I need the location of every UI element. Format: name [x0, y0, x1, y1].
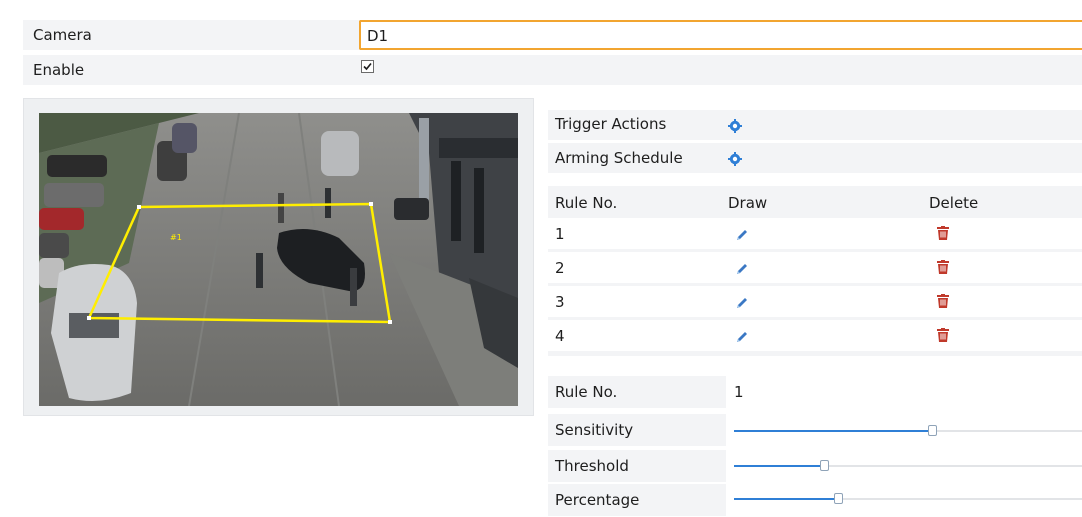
- trash-icon[interactable]: [936, 328, 950, 342]
- slider-fill: [734, 498, 838, 500]
- trigger-actions-label: Trigger Actions: [555, 115, 667, 133]
- preview-scene: [39, 113, 518, 406]
- camera-preview[interactable]: #1: [39, 113, 518, 406]
- table-row: [548, 286, 1082, 317]
- trash-icon[interactable]: [936, 294, 950, 308]
- trash-icon[interactable]: [936, 226, 950, 240]
- slider-fill: [734, 465, 824, 467]
- table-row: [548, 218, 1082, 249]
- percentage-slider[interactable]: [734, 492, 1082, 506]
- check-icon: [363, 62, 372, 71]
- sensitivity-label: Sensitivity: [555, 421, 634, 439]
- pencil-icon[interactable]: [735, 228, 749, 242]
- camera-label: Camera: [33, 26, 92, 44]
- camera-field[interactable]: D1: [359, 20, 1082, 50]
- slider-thumb[interactable]: [928, 425, 937, 436]
- camera-value: D1: [367, 27, 389, 45]
- setting-rule-no-value: 1: [734, 383, 744, 401]
- rule-number: 4: [555, 327, 565, 345]
- sensitivity-slider[interactable]: [734, 424, 1082, 438]
- rule-number: 1: [555, 225, 565, 243]
- slider-fill: [734, 430, 932, 432]
- trash-icon[interactable]: [936, 260, 950, 274]
- pencil-icon[interactable]: [735, 296, 749, 310]
- enable-row: [23, 55, 1082, 85]
- rule-number: 2: [555, 259, 565, 277]
- percentage-label: Percentage: [555, 491, 640, 509]
- arming-schedule-gear-icon[interactable]: [728, 152, 742, 166]
- rules-header-delete: Delete: [929, 194, 979, 212]
- threshold-label: Threshold: [555, 457, 629, 475]
- rule-number: 3: [555, 293, 565, 311]
- setting-rule-no-label: Rule No.: [555, 383, 618, 401]
- table-row: [548, 320, 1082, 351]
- slider-thumb[interactable]: [834, 493, 843, 504]
- enable-label: Enable: [33, 61, 85, 79]
- rules-header-draw: Draw: [728, 194, 768, 212]
- pencil-icon[interactable]: [735, 330, 749, 344]
- table-row: [548, 252, 1082, 283]
- enable-checkbox[interactable]: [361, 60, 374, 73]
- arming-schedule-label: Arming Schedule: [555, 149, 683, 167]
- rules-header-rule-no: Rule No.: [555, 194, 618, 212]
- slider-thumb[interactable]: [820, 460, 829, 471]
- trigger-actions-gear-icon[interactable]: [728, 119, 742, 133]
- threshold-slider[interactable]: [734, 459, 1082, 473]
- region-label: #1: [170, 233, 182, 242]
- pencil-icon[interactable]: [735, 262, 749, 276]
